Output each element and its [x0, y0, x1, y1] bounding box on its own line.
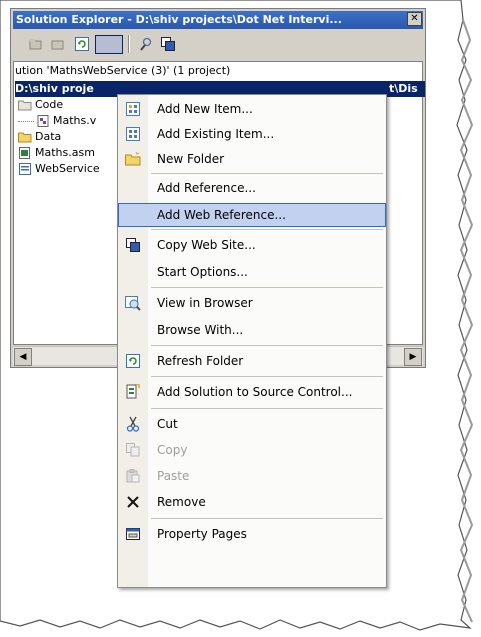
menu-separator [151, 229, 383, 230]
tree-connector [18, 120, 34, 122]
menu-item-refresh-folder[interactable]: Refresh Folder [119, 350, 385, 372]
add-existing-item-icon [126, 127, 140, 141]
menu-item-paste[interactable]: Paste [119, 465, 385, 487]
menu-item-label: Add Solution to Source Control... [157, 385, 353, 399]
window-title: Solution Explorer - D:\shiv projects\Dot… [16, 13, 342, 26]
menu-item-label: Start Options... [157, 265, 248, 279]
menu-item-cut[interactable]: Cut [119, 413, 385, 435]
tree-item-label: Data [35, 130, 62, 143]
menu-item-new-folder[interactable]: New Folder [119, 148, 385, 170]
tree-item-data[interactable]: Data [18, 129, 61, 145]
context-menu: Add New Item... Add Existing Item... New… [117, 94, 387, 588]
menu-item-label: Copy [157, 443, 188, 457]
copy-web-site-button[interactable] [159, 35, 177, 52]
menu-item-label: Remove [157, 495, 206, 509]
menu-item-label: Add Reference... [157, 181, 256, 195]
menu-item-copy[interactable]: Copy [119, 439, 385, 461]
menu-item-add-new-item[interactable]: Add New Item... [119, 98, 385, 120]
source-control-icon [126, 384, 140, 399]
menu-item-label: Refresh Folder [157, 354, 244, 368]
find-icon [140, 37, 152, 51]
menu-item-add-web-reference[interactable]: Add Web Reference... [118, 203, 386, 227]
menu-item-label: Copy Web Site... [157, 238, 256, 252]
menu-separator [151, 345, 383, 346]
menu-separator [151, 173, 383, 174]
menu-item-label: Add Web Reference... [157, 208, 286, 222]
menu-item-start-options[interactable]: Start Options... [119, 261, 385, 283]
folder-icon [18, 100, 32, 111]
menu-item-label: Cut [157, 417, 178, 431]
copy-web-site-icon [161, 36, 175, 51]
solution-node[interactable]: ution 'MathsWebService (3)' (1 project) [15, 63, 230, 79]
tree-item-label: Code [35, 98, 64, 111]
view-in-browser-icon [125, 296, 141, 311]
menu-item-add-reference[interactable]: Add Reference... [119, 177, 385, 199]
properties-button[interactable] [27, 35, 45, 52]
tree-item-label: Maths.asm [35, 146, 95, 159]
menu-separator [151, 376, 383, 377]
menu-item-label: Browse With... [157, 323, 244, 337]
solution-node-label: ution 'MathsWebService (3)' (1 project) [15, 64, 231, 77]
refresh-icon [75, 36, 89, 51]
show-all-files-icon [51, 40, 64, 49]
tree-item-code[interactable]: Code [18, 97, 63, 113]
scroll-left-button[interactable]: ◀ [14, 348, 32, 366]
menu-item-label: Property Pages [157, 527, 247, 541]
copy-icon [126, 443, 140, 457]
tree-item-webservice[interactable]: WebService [18, 161, 100, 177]
window-title-bar[interactable]: Solution Explorer - D:\shiv projects\Dot… [13, 11, 423, 29]
cut-icon [126, 416, 140, 432]
property-pages-icon [126, 528, 140, 540]
menu-item-property-pages[interactable]: Property Pages [119, 523, 385, 545]
copy-web-site-icon [126, 238, 140, 252]
class-file-icon [37, 115, 49, 127]
refresh-button[interactable] [73, 35, 91, 52]
view-designer-button[interactable] [137, 35, 155, 52]
close-button[interactable]: ✕ [407, 12, 422, 26]
menu-item-browse-with[interactable]: Browse With... [119, 319, 385, 341]
folder-icon [125, 152, 141, 166]
webservice-file-icon [19, 147, 30, 159]
menu-item-label: Add New Item... [157, 102, 253, 116]
menu-separator [151, 408, 383, 409]
tree-item-label: Maths.v [53, 114, 97, 127]
menu-item-label: Add Existing Item... [157, 127, 275, 141]
tree-item-maths-asmx[interactable]: Maths.asm [18, 145, 95, 161]
close-icon: ✕ [410, 13, 419, 24]
arrow-right-icon: ▶ [409, 352, 417, 362]
menu-item-remove[interactable]: Remove [119, 491, 385, 513]
menu-separator [151, 518, 383, 519]
menu-separator [151, 287, 383, 288]
tree-item-label: WebService [35, 162, 100, 175]
menu-item-label: New Folder [157, 152, 225, 166]
menu-item-add-solution-to-source-control[interactable]: Add Solution to Source Control... [119, 381, 385, 403]
screenshot-canvas: Solution Explorer - D:\shiv projects\Dot… [0, 0, 481, 637]
refresh-icon [126, 354, 140, 368]
web-config-icon [19, 163, 31, 175]
solution-explorer-toolbar [13, 31, 423, 57]
remove-icon [127, 496, 139, 508]
menu-item-copy-web-site[interactable]: Copy Web Site... [119, 234, 385, 256]
toolbar-separator [128, 35, 130, 53]
menu-item-label: Paste [157, 469, 190, 483]
menu-item-label: View in Browser [157, 296, 253, 310]
nest-related-files-button[interactable] [95, 35, 123, 54]
project-node-label-tail: t\Dis [389, 82, 418, 95]
scroll-right-button[interactable]: ▶ [404, 348, 422, 366]
folder-icon [18, 132, 32, 143]
add-new-item-icon [126, 102, 140, 116]
project-node-label: D:\shiv proje [15, 82, 94, 95]
paste-icon [126, 469, 140, 483]
menu-item-add-existing-item[interactable]: Add Existing Item... [119, 123, 385, 145]
tree-item-maths-vb[interactable]: Maths.v [18, 113, 96, 129]
properties-icon [29, 38, 42, 49]
arrow-left-icon: ◀ [19, 352, 27, 362]
show-all-files-button[interactable] [49, 35, 67, 52]
menu-item-view-in-browser[interactable]: View in Browser [119, 292, 385, 314]
